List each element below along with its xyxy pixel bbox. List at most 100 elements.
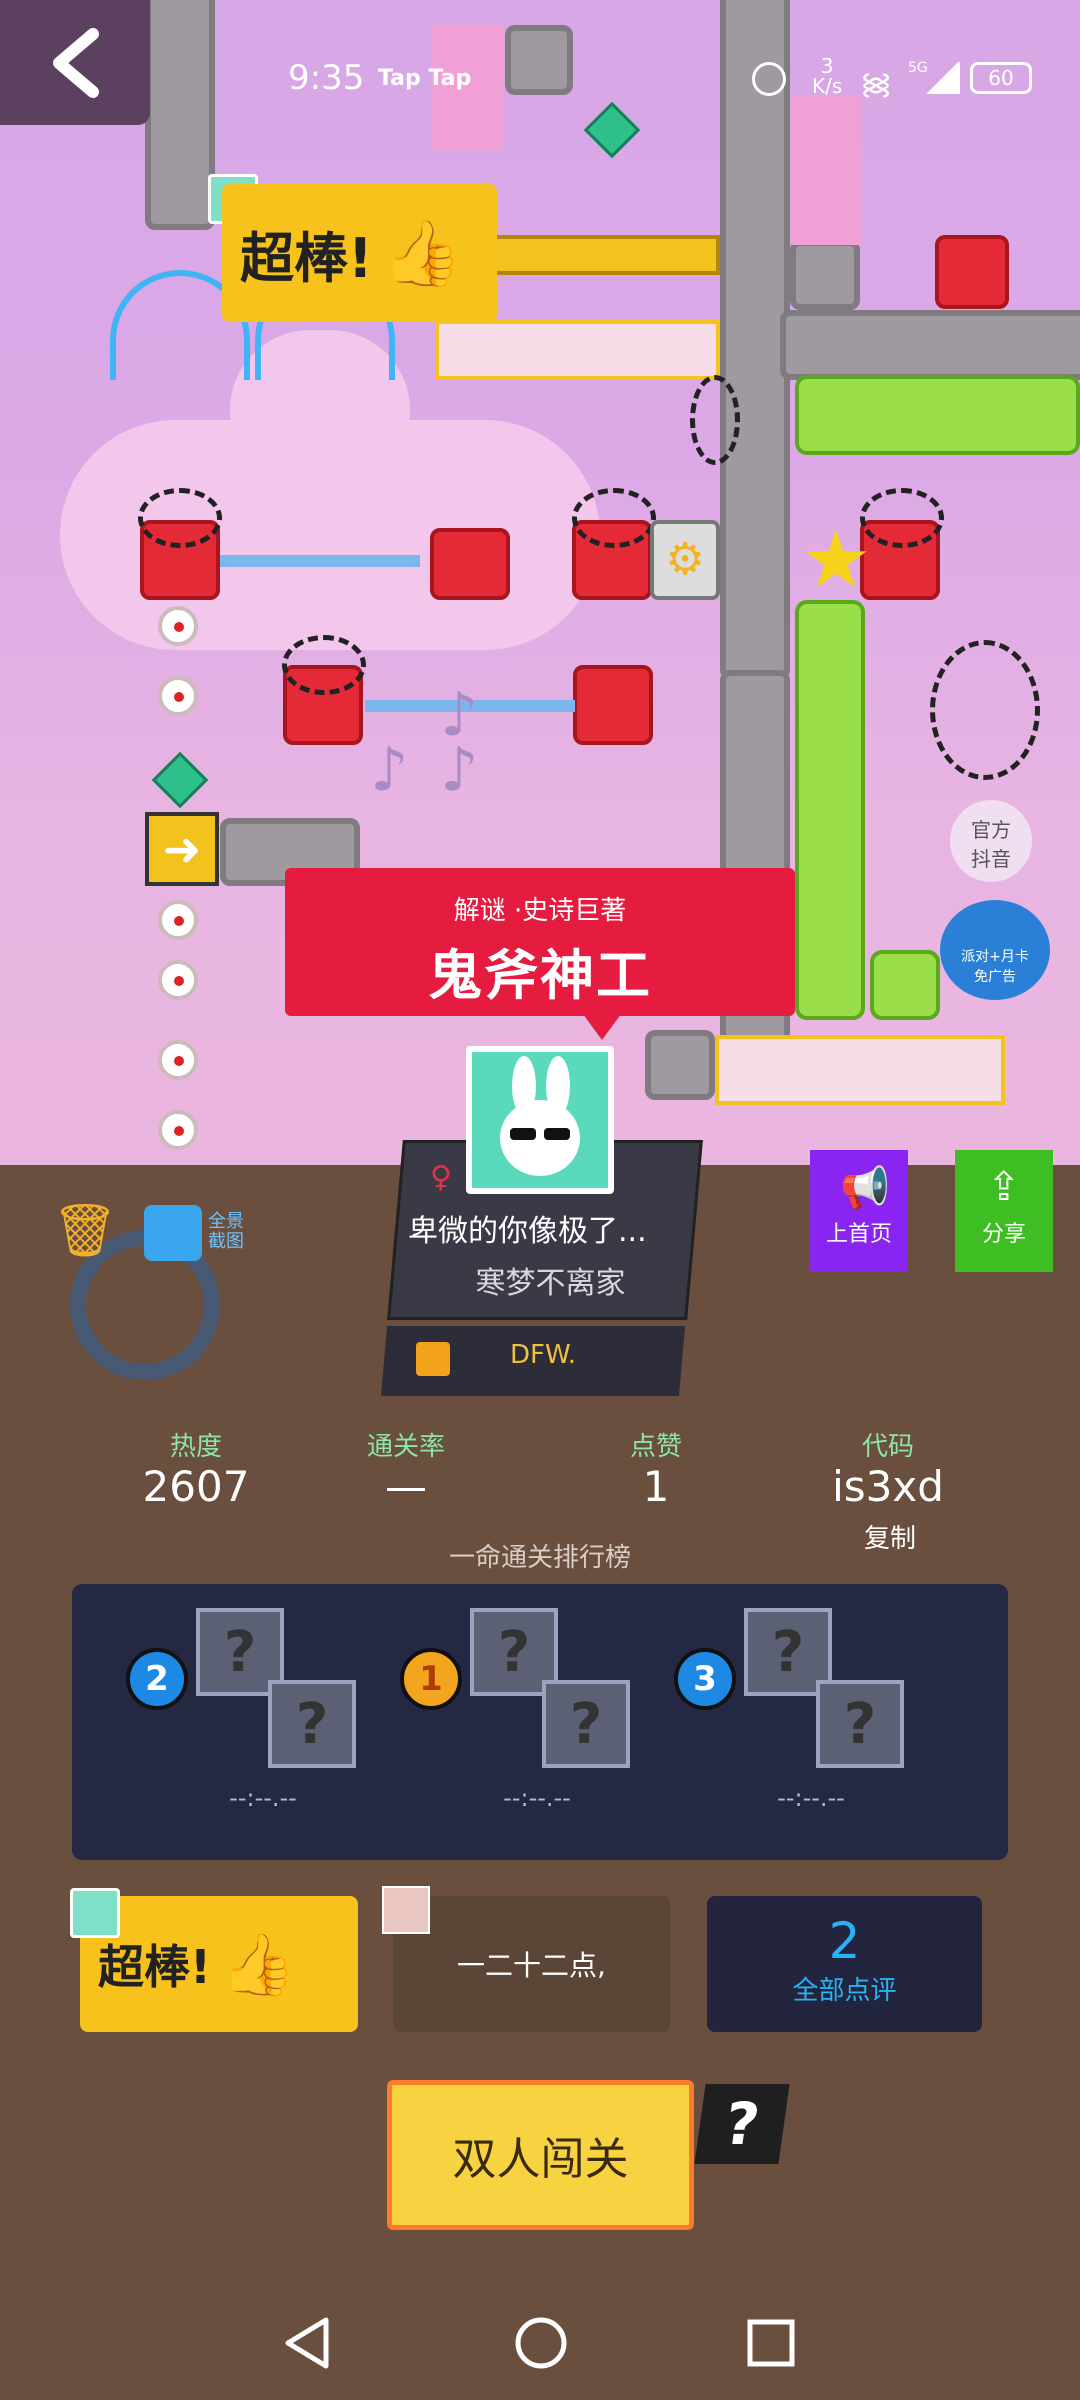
cactus-column xyxy=(795,600,865,1020)
rank-3-time: --:--.-- xyxy=(777,1784,845,1812)
megaphone-icon: 📢 xyxy=(840,1165,890,1211)
spike-ball xyxy=(158,606,198,646)
help-button[interactable]: ? xyxy=(694,2084,790,2164)
star-icon: ★ xyxy=(800,513,872,606)
spike-ball xyxy=(158,900,198,940)
status-time: 9:35 xyxy=(288,58,365,98)
thorn-bush xyxy=(282,635,366,695)
author-tag: DFW. xyxy=(510,1340,576,1370)
rank-shield-icon xyxy=(416,1342,450,1376)
thorn-bush xyxy=(930,640,1040,780)
stone-block xyxy=(505,25,573,95)
share-button[interactable]: ⇪ 分享 xyxy=(955,1150,1053,1272)
rank-badge-1: 1 xyxy=(400,1648,462,1710)
thorn-bush xyxy=(860,488,944,548)
music-note-icon: ♪ xyxy=(370,735,409,805)
camera-icon[interactable] xyxy=(144,1205,202,1261)
rank-1-time: --:--.-- xyxy=(503,1784,571,1812)
data-icon xyxy=(752,62,786,96)
status-app-tags: Tap Tap xyxy=(378,66,472,91)
stat-likes-value: 1 xyxy=(642,1462,670,1511)
share-icon: ⇪ xyxy=(987,1164,1021,1210)
nav-recents-icon[interactable] xyxy=(746,2318,796,2368)
spike-ball xyxy=(158,676,198,716)
level-subtitle: 解谜 ·史诗巨著 xyxy=(453,896,627,926)
ranking-title: 一命通关排行榜 xyxy=(448,1543,631,1573)
thorn-bush xyxy=(138,488,222,548)
nav-back-icon[interactable] xyxy=(282,2316,332,2370)
stone-block xyxy=(645,1030,715,1100)
thumbs-up-icon: 👍 xyxy=(220,1929,296,2000)
signal-icon xyxy=(924,62,960,94)
sticker-text: 超棒! xyxy=(98,1940,211,1994)
gear-icon: ⚙ xyxy=(650,520,720,600)
unknown-player-avatar: ? xyxy=(542,1680,630,1768)
cactus-row xyxy=(795,375,1080,455)
copy-code-button[interactable]: 复制 xyxy=(840,1518,940,1555)
pink-zone xyxy=(792,95,862,245)
thorn-bush xyxy=(572,488,656,548)
spike-ball xyxy=(158,1040,198,1080)
level-banner: 解谜 ·史诗巨著 鬼斧神工 xyxy=(285,868,795,1016)
author-avatar[interactable] xyxy=(466,1046,614,1194)
stat-clear-rate-label: 通关率 xyxy=(366,1432,445,1462)
all-reviews-label: 全部点评 xyxy=(792,1976,897,2006)
trash-icon[interactable]: 🗑 xyxy=(52,1203,118,1263)
stat-heat-label: 热度 xyxy=(169,1432,222,1462)
spike-ball xyxy=(158,1110,198,1150)
spike-ball xyxy=(158,960,198,1000)
female-icon: ♀ xyxy=(430,1160,452,1195)
gem-icon xyxy=(583,101,641,159)
screenshot-label[interactable]: 全景 截图 xyxy=(208,1212,244,1252)
comment-sticker-card[interactable]: 超棒! 👍 xyxy=(80,1896,358,2032)
stone-wall xyxy=(780,310,1080,380)
rank-badge-3: 3 xyxy=(674,1648,736,1710)
rank-2-time: --:--.-- xyxy=(229,1784,297,1812)
author-name[interactable]: 寒梦不离家 xyxy=(408,1258,693,1302)
gem-icon xyxy=(151,751,209,809)
spike-bridge xyxy=(435,320,720,380)
net-speed: 3 K/s xyxy=(812,54,843,98)
stat-heat-value: 2607 xyxy=(142,1462,250,1511)
latest-comment-text: 一二十二点, xyxy=(457,1949,606,1982)
two-player-button[interactable]: 双人闯关 xyxy=(387,2080,694,2230)
wifi-icon: ᯼ xyxy=(860,67,893,102)
stat-clear-rate-value: — xyxy=(385,1462,427,1511)
back-button[interactable] xyxy=(0,0,150,125)
battery-indicator: 60 xyxy=(970,62,1032,94)
unknown-player-avatar: ? xyxy=(816,1680,904,1768)
latest-comment-card[interactable]: 一二十二点, xyxy=(393,1896,670,2032)
rank-badge-2: 2 xyxy=(126,1648,188,1710)
banner-pointer xyxy=(580,1010,624,1040)
arrow-block: ➜ xyxy=(145,812,219,886)
all-reviews-button[interactable]: 2 全部点评 xyxy=(707,1896,982,2032)
nav-home-icon[interactable] xyxy=(514,2316,568,2370)
official-douyin-badge[interactable]: 官方 抖音 xyxy=(950,800,1032,882)
spike-bridge xyxy=(715,1035,1005,1105)
unknown-player-avatar: ? xyxy=(268,1680,356,1768)
stone-wall xyxy=(145,0,215,230)
review-count: 2 xyxy=(828,1912,861,1970)
feature-home-button[interactable]: 📢 上首页 xyxy=(810,1150,908,1272)
commenter-avatar xyxy=(382,1886,430,1934)
promo-badge[interactable]: 派对+月卡 免广告 xyxy=(940,900,1050,1000)
red-block xyxy=(430,528,510,600)
share-label: 分享 xyxy=(981,1222,1026,1247)
stat-code-value[interactable]: is3xd xyxy=(798,1462,978,1511)
great-sticker: 超棒! 👍 xyxy=(222,184,497,322)
thorn-bush xyxy=(690,375,740,465)
red-face-block xyxy=(935,235,1009,309)
level-title: 鬼斧神工 xyxy=(428,944,652,1007)
stat-code-label: 代码 xyxy=(861,1432,914,1462)
author-level-title: 卑微的你像极了... xyxy=(408,1214,647,1249)
music-note-icon: ♪ xyxy=(440,680,479,750)
cactus-monster xyxy=(870,950,940,1020)
bunny-avatar-icon xyxy=(500,1056,580,1176)
red-block xyxy=(573,665,653,745)
feature-home-label: 上首页 xyxy=(825,1222,892,1247)
commenter-avatar xyxy=(70,1888,120,1938)
stone-block xyxy=(790,240,860,310)
back-arrow-icon xyxy=(53,27,99,98)
stat-likes-label: 点赞 xyxy=(629,1432,682,1462)
laser-beam xyxy=(220,555,420,567)
